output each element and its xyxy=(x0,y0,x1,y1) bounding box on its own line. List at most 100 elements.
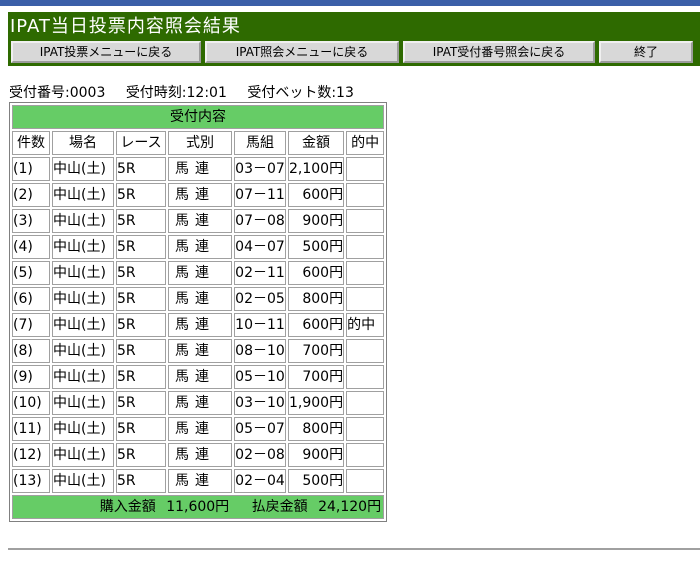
header-race: レース xyxy=(116,131,166,155)
table-row: (4) 中山(土) 5R 馬連 04－07 500円 xyxy=(12,235,385,259)
table-row: (10) 中山(土) 5R 馬連 03－10 1,900円 xyxy=(12,391,385,415)
row-amount: 1,900円 xyxy=(288,391,345,415)
back-to-receipt-inquiry-button[interactable]: IPAT受付番号照会に戻る xyxy=(403,41,595,63)
row-venue: 中山(土) xyxy=(52,287,114,311)
row-count: (8) xyxy=(12,339,50,363)
table-row: (5) 中山(土) 5R 馬連 02－11 600円 xyxy=(12,261,385,285)
row-race: 5R xyxy=(116,417,166,441)
nav-bar: IPAT投票メニューに戻る IPAT照会メニューに戻る IPAT受付番号照会に戻… xyxy=(11,41,700,63)
row-bet-type: 馬連 xyxy=(168,313,232,337)
row-amount: 800円 xyxy=(288,417,345,441)
row-venue: 中山(土) xyxy=(52,183,114,207)
row-amount: 600円 xyxy=(288,313,345,337)
row-bet-type: 馬連 xyxy=(168,157,232,181)
table-row: (9) 中山(土) 5R 馬連 05－10 700円 xyxy=(12,365,385,389)
table-row: (2) 中山(土) 5R 馬連 07－11 600円 xyxy=(12,183,385,207)
row-hit xyxy=(346,417,385,441)
row-combination: 10－11 xyxy=(234,313,286,337)
row-amount: 600円 xyxy=(288,261,345,285)
row-bet-type: 馬連 xyxy=(168,261,232,285)
row-hit xyxy=(346,365,385,389)
purchase-label: 購入金額 xyxy=(99,499,156,515)
window-top-border xyxy=(0,0,700,6)
totals-cell: 購入金額 11,600円 払戻金額 24,120円 xyxy=(12,495,385,519)
row-combination: 03－07 xyxy=(234,157,286,181)
row-combination: 05－10 xyxy=(234,365,286,389)
row-combination: 05－07 xyxy=(234,417,286,441)
table-row: (7) 中山(土) 5R 馬連 10－11 600円 的中 xyxy=(12,313,385,337)
row-combination: 08－10 xyxy=(234,339,286,363)
exit-button[interactable]: 終了 xyxy=(599,41,693,63)
row-count: (6) xyxy=(12,287,50,311)
table-row: (8) 中山(土) 5R 馬連 08－10 700円 xyxy=(12,339,385,363)
row-bet-type: 馬連 xyxy=(168,443,232,467)
row-hit xyxy=(346,469,385,493)
bottom-divider xyxy=(8,548,700,550)
row-amount: 600円 xyxy=(288,183,345,207)
row-count: (3) xyxy=(12,209,50,233)
bet-details-table: 受付内容 件数 場名 レース 式別 馬組 金額 的中 (1) 中山(土) 5R 馬連 0… xyxy=(9,102,388,522)
row-count: (9) xyxy=(12,365,50,389)
bet-rows: (1) 中山(土) 5R 馬連 03－07 2,100円 (2) 中山(土) 5R 馬連 07－11… xyxy=(12,157,385,493)
table-row: (1) 中山(土) 5R 馬連 03－07 2,100円 xyxy=(12,157,385,181)
row-venue: 中山(土) xyxy=(52,313,114,337)
row-bet-type: 馬連 xyxy=(168,391,232,415)
page-header: IPAT当日投票内容照会結果 IPAT投票メニューに戻る IPAT照会メニューに… xyxy=(8,12,700,66)
row-combination: 02－11 xyxy=(234,261,286,285)
header-combination: 馬組 xyxy=(234,131,286,155)
row-combination: 02－04 xyxy=(234,469,286,493)
row-venue: 中山(土) xyxy=(52,443,114,467)
row-count: (13) xyxy=(12,469,50,493)
row-bet-type: 馬連 xyxy=(168,469,232,493)
row-race: 5R xyxy=(116,469,166,493)
row-combination: 02－08 xyxy=(234,443,286,467)
receipt-number: 受付番号:0003 xyxy=(9,85,106,101)
row-amount: 900円 xyxy=(288,443,345,467)
row-race: 5R xyxy=(116,313,166,337)
row-venue: 中山(土) xyxy=(52,261,114,285)
page-title: IPAT当日投票内容照会結果 xyxy=(10,16,241,37)
row-hit xyxy=(346,261,385,285)
row-amount: 700円 xyxy=(288,339,345,363)
row-hit xyxy=(346,391,385,415)
row-amount: 900円 xyxy=(288,209,345,233)
row-combination: 04－07 xyxy=(234,235,286,259)
refund-amount: 24,120円 xyxy=(318,499,382,515)
row-venue: 中山(土) xyxy=(52,339,114,363)
row-combination: 03－10 xyxy=(234,391,286,415)
row-hit xyxy=(346,157,385,181)
row-race: 5R xyxy=(116,261,166,285)
row-bet-type: 馬連 xyxy=(168,339,232,363)
row-race: 5R xyxy=(116,235,166,259)
row-count: (2) xyxy=(12,183,50,207)
back-to-vote-menu-button[interactable]: IPAT投票メニューに戻る xyxy=(11,41,201,63)
row-race: 5R xyxy=(116,183,166,207)
row-race: 5R xyxy=(116,157,166,181)
row-hit xyxy=(346,183,385,207)
row-race: 5R xyxy=(116,391,166,415)
table-row: (12) 中山(土) 5R 馬連 02－08 900円 xyxy=(12,443,385,467)
receipt-time: 受付時刻:12:01 xyxy=(125,85,227,101)
row-bet-type: 馬連 xyxy=(168,417,232,441)
row-count: (10) xyxy=(12,391,50,415)
row-amount: 500円 xyxy=(288,469,345,493)
row-venue: 中山(土) xyxy=(52,157,114,181)
back-to-inquiry-menu-button[interactable]: IPAT照会メニューに戻る xyxy=(205,41,399,63)
row-count: (5) xyxy=(12,261,50,285)
header-amount: 金額 xyxy=(288,131,345,155)
row-amount: 500円 xyxy=(288,235,345,259)
row-bet-type: 馬連 xyxy=(168,209,232,233)
row-hit xyxy=(346,443,385,467)
bet-count: 受付ベット数:13 xyxy=(247,85,354,101)
table-row: (11) 中山(土) 5R 馬連 05－07 800円 xyxy=(12,417,385,441)
row-hit xyxy=(346,235,385,259)
row-race: 5R xyxy=(116,365,166,389)
row-hit xyxy=(346,209,385,233)
header-bet-type: 式別 xyxy=(168,131,232,155)
row-amount: 2,100円 xyxy=(288,157,345,181)
row-bet-type: 馬連 xyxy=(168,235,232,259)
row-hit xyxy=(346,287,385,311)
row-venue: 中山(土) xyxy=(52,209,114,233)
row-hit: 的中 xyxy=(346,313,385,337)
row-bet-type: 馬連 xyxy=(168,183,232,207)
